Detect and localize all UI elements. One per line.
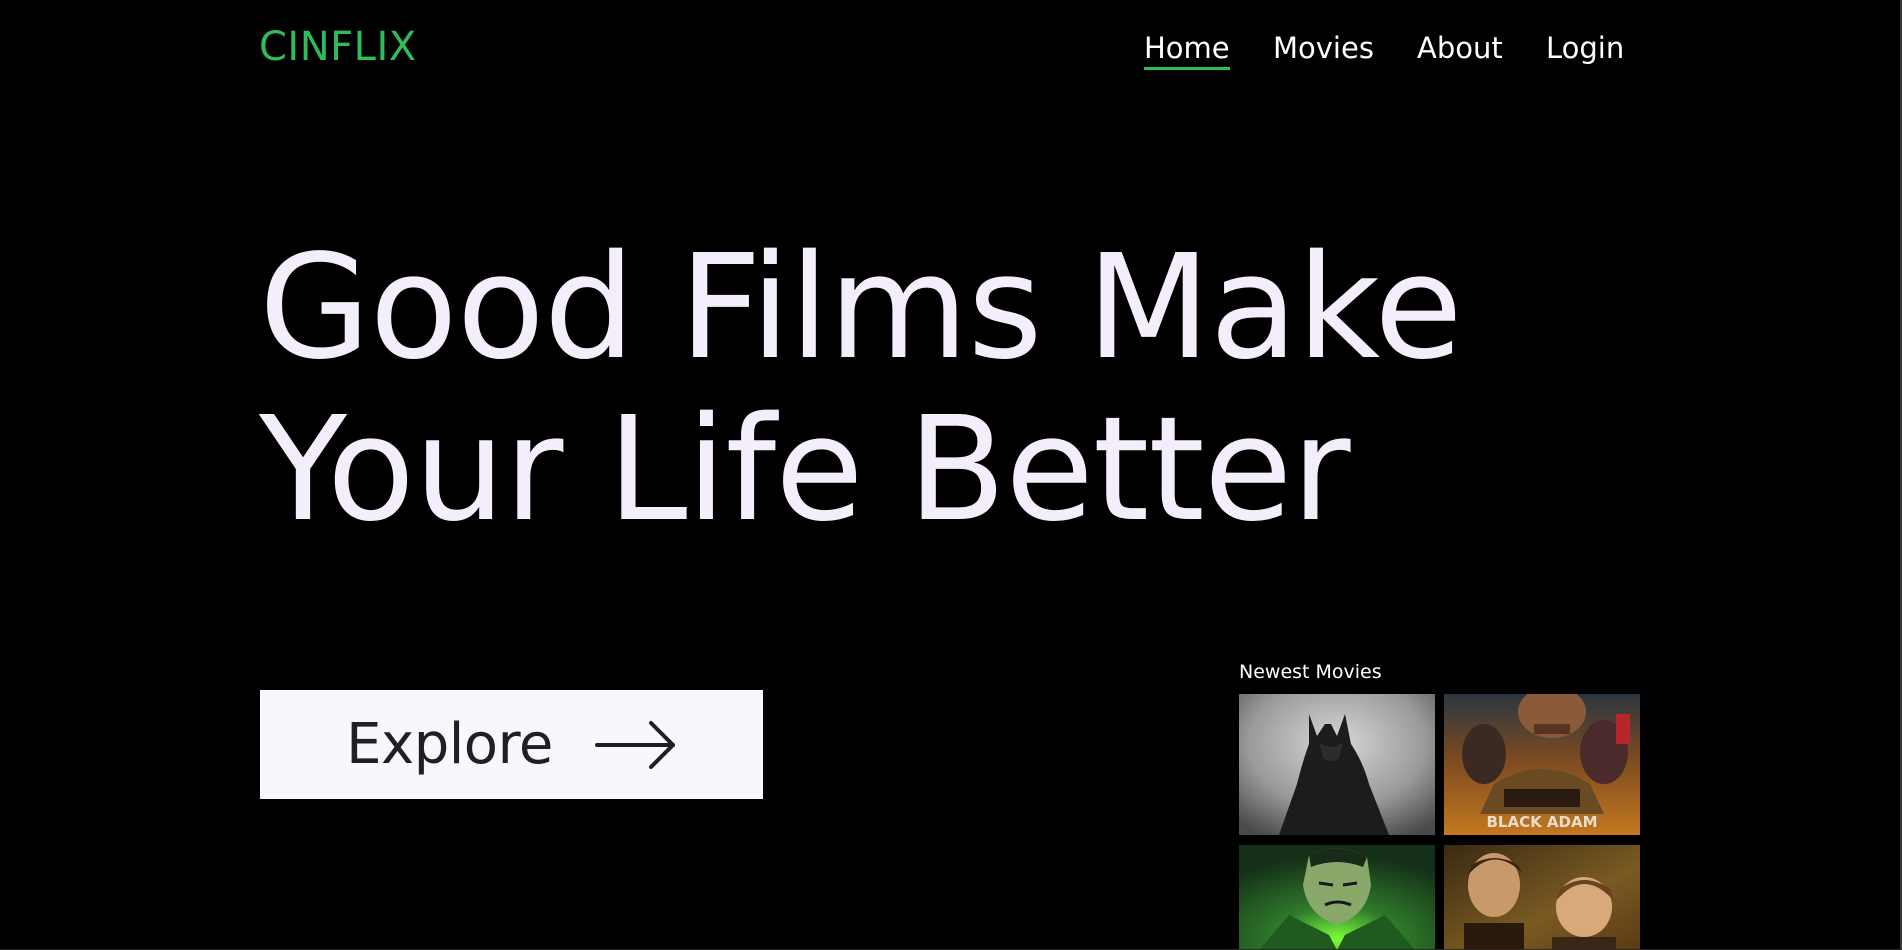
hero-heading-line-2: Your Life Better (259, 385, 1351, 553)
nav-login-link[interactable]: Login (1546, 28, 1624, 68)
nav-movies-link[interactable]: Movies (1273, 28, 1374, 68)
poster-dark-caped-hero[interactable] (1239, 694, 1435, 835)
hero-heading: Good Films Make Your Life Better (259, 223, 1463, 553)
brand-logo[interactable]: CINFLIX (259, 22, 417, 72)
landing-page: CINFLIX Home Movies About Login Good Fil… (0, 0, 1902, 950)
hero-heading-line-1: Good Films Make (259, 223, 1463, 391)
arrow-right-icon (594, 718, 677, 772)
newest-movies-heading: Newest Movies (1239, 661, 1382, 683)
poster-black-adam-title: BLACK ADAM (1486, 813, 1597, 831)
poster-two-young-men[interactable] (1444, 845, 1640, 950)
explore-button-label: Explore (346, 711, 553, 777)
poster-black-adam[interactable]: BLACK ADAM (1444, 694, 1640, 835)
explore-button[interactable]: Explore (260, 690, 763, 799)
poster-green-animated-hero[interactable] (1239, 845, 1435, 950)
nav-about-link[interactable]: About (1417, 28, 1503, 68)
nav-home-link[interactable]: Home (1144, 28, 1230, 70)
